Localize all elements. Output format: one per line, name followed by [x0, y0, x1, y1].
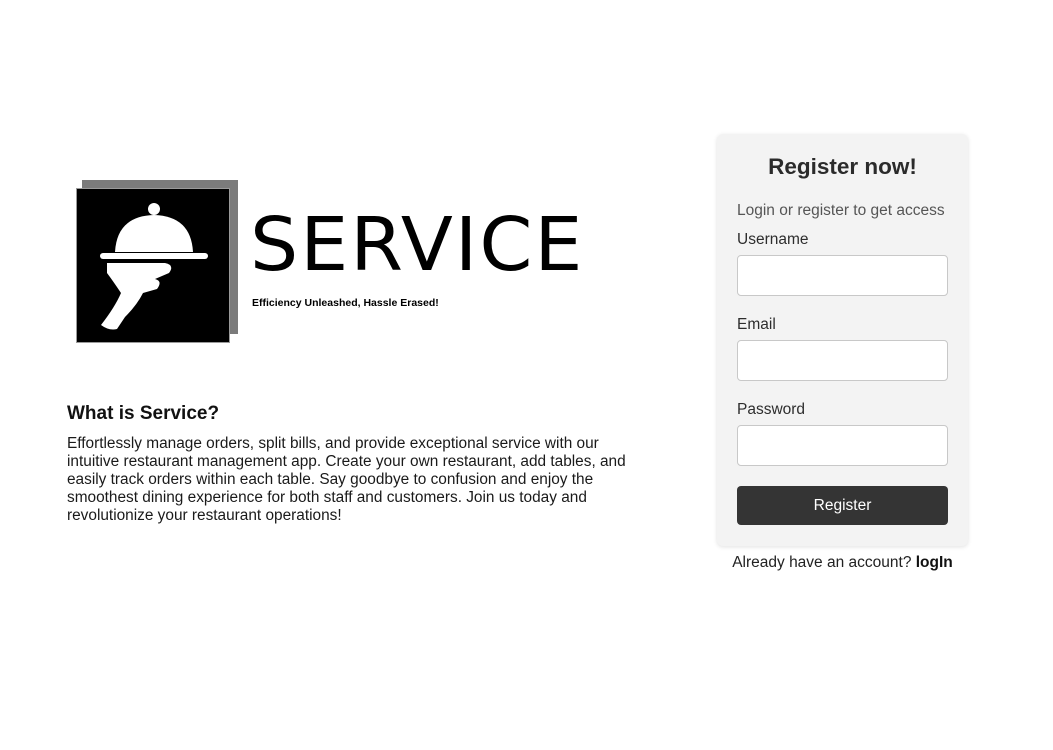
logo-wordmark: SERVICE	[250, 201, 585, 288]
register-card: Register now! Login or register to get a…	[717, 134, 968, 546]
register-button[interactable]: Register	[737, 486, 948, 525]
username-label: Username	[737, 231, 809, 248]
logo-tagline: Efficiency Unleashed, Hassle Erased!	[252, 297, 439, 309]
waiter-cloche-icon	[100, 203, 208, 330]
about-description: Effortlessly manage orders, split bills,…	[67, 435, 626, 524]
login-prompt: Already have an account? logIn	[717, 554, 968, 572]
password-input[interactable]	[737, 425, 948, 466]
username-input[interactable]	[737, 255, 948, 296]
email-input[interactable]	[737, 340, 948, 381]
login-link[interactable]: logIn	[916, 554, 953, 571]
email-label: Email	[737, 316, 776, 333]
service-logo: SERVICE Efficiency Unleashed, Hassle Era…	[74, 180, 582, 346]
password-label: Password	[737, 401, 806, 418]
about-title: What is Service?	[67, 403, 220, 424]
register-subtitle: Login or register to get access	[737, 202, 945, 219]
register-title: Register now!	[768, 154, 917, 179]
register-page: SERVICE Efficiency Unleashed, Hassle Era…	[0, 0, 1053, 750]
login-prompt-text: Already have an account?	[732, 554, 912, 571]
logo-icon-box	[76, 188, 230, 343]
